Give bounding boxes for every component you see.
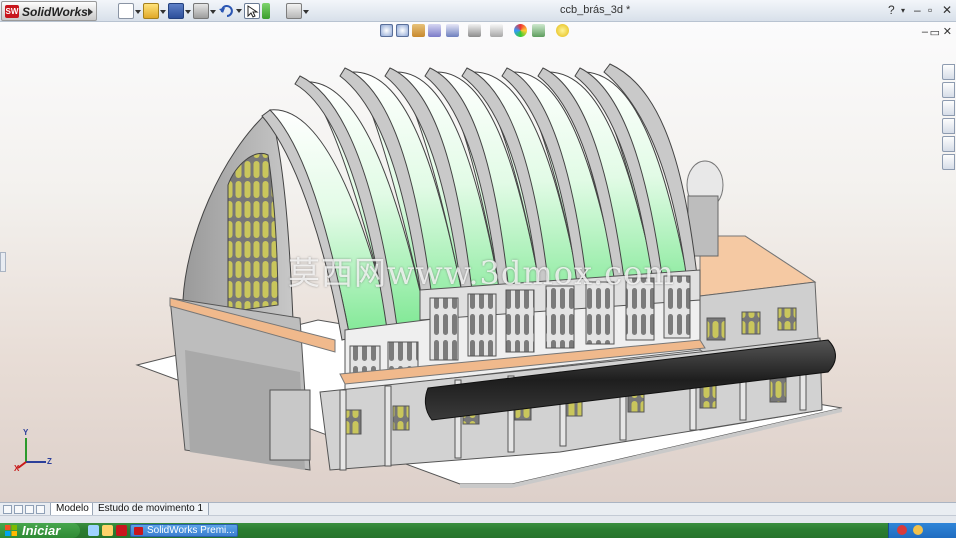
section-view-icon[interactable] xyxy=(428,24,441,37)
undo-icon[interactable] xyxy=(218,3,242,19)
tab-next-icon[interactable] xyxy=(25,505,34,514)
appearance-icon[interactable] xyxy=(514,24,527,37)
app-name: SolidWorks xyxy=(22,5,88,19)
solidworks-logo-icon: SW xyxy=(5,5,19,18)
quick-launch-solidworks-icon[interactable] xyxy=(116,525,127,536)
triad-x-label: X xyxy=(14,464,20,473)
print-icon[interactable] xyxy=(193,3,216,19)
task-pane-design-library-icon[interactable] xyxy=(942,82,955,98)
previous-view-icon[interactable] xyxy=(412,24,425,37)
quick-launch-browser-icon[interactable] xyxy=(102,525,113,536)
watermark-text: 莫西网www.3dmox.com xyxy=(288,254,675,292)
select-icon[interactable] xyxy=(244,3,260,19)
quick-launch-desktop-icon[interactable] xyxy=(88,525,99,536)
tab-prev-icon[interactable] xyxy=(14,505,23,514)
title-bar: SW SolidWorks ccb_brás_3d * ? ▾ – ▫ ✕ xyxy=(0,0,956,22)
zoom-area-icon[interactable] xyxy=(396,24,409,37)
display-style-icon[interactable] xyxy=(468,24,481,37)
zoom-to-fit-icon[interactable] xyxy=(380,24,393,37)
triad-z-label: Z xyxy=(47,457,52,466)
start-button[interactable]: Iniciar xyxy=(0,523,80,538)
help-dropdown-icon[interactable]: ▾ xyxy=(901,6,905,15)
windows-flag-icon xyxy=(5,525,17,536)
start-label: Iniciar xyxy=(22,523,61,538)
rebuild-icon[interactable] xyxy=(262,3,270,19)
graphics-area[interactable]: 莫西网www.3dmox.com Y Z X xyxy=(0,22,956,502)
status-bar xyxy=(0,515,956,523)
minimize-button[interactable]: – xyxy=(914,3,921,17)
view-settings-icon[interactable] xyxy=(556,24,569,37)
system-tray xyxy=(888,523,956,538)
view-orientation-icon[interactable] xyxy=(446,24,459,37)
save-icon[interactable] xyxy=(168,3,191,19)
tab-last-icon[interactable] xyxy=(36,505,45,514)
hide-show-icon[interactable] xyxy=(490,24,503,37)
feature-manager-collapse-handle[interactable] xyxy=(0,252,6,272)
help-button[interactable]: ? xyxy=(888,3,895,17)
triad-y-label: Y xyxy=(23,428,29,437)
scene-icon[interactable] xyxy=(532,24,545,37)
task-pane-custom-properties-icon[interactable] xyxy=(942,154,955,170)
taskbar-task-label: SolidWorks Premi... xyxy=(147,525,235,536)
restore-button[interactable]: ▫ xyxy=(928,3,932,17)
reference-triad: Y Z X xyxy=(14,428,54,473)
solidworks-task-icon xyxy=(134,527,143,535)
solidworks-menu-button[interactable]: SW SolidWorks xyxy=(1,1,97,21)
windows-taskbar: Iniciar SolidWorks Premi... xyxy=(0,523,956,538)
open-file-icon[interactable] xyxy=(143,3,166,19)
task-pane-file-explorer-icon[interactable] xyxy=(942,100,955,116)
menu-arrow-icon xyxy=(88,8,93,16)
tray-network-icon[interactable] xyxy=(897,525,907,535)
viewport-restore-button[interactable]: ▭ xyxy=(930,26,940,39)
task-pane-appearances-icon[interactable] xyxy=(942,136,955,152)
viewport-minimize-button[interactable]: – xyxy=(922,26,928,38)
document-title: ccb_brás_3d * xyxy=(560,4,631,16)
tab-first-icon[interactable] xyxy=(3,505,12,514)
task-pane-resources-icon[interactable] xyxy=(942,64,955,80)
new-file-icon[interactable] xyxy=(118,3,141,19)
task-pane-view-palette-icon[interactable] xyxy=(942,118,955,134)
tray-security-icon[interactable] xyxy=(913,525,923,535)
viewport-close-button[interactable]: ✕ xyxy=(943,25,952,38)
options-icon[interactable] xyxy=(286,3,309,19)
model-tabs-bar: Modelo Estudo de movimento 1 xyxy=(0,502,956,516)
close-button[interactable]: ✕ xyxy=(942,3,952,17)
task-pane xyxy=(942,64,956,172)
taskbar-solidworks-button[interactable]: SolidWorks Premi... xyxy=(130,524,238,537)
